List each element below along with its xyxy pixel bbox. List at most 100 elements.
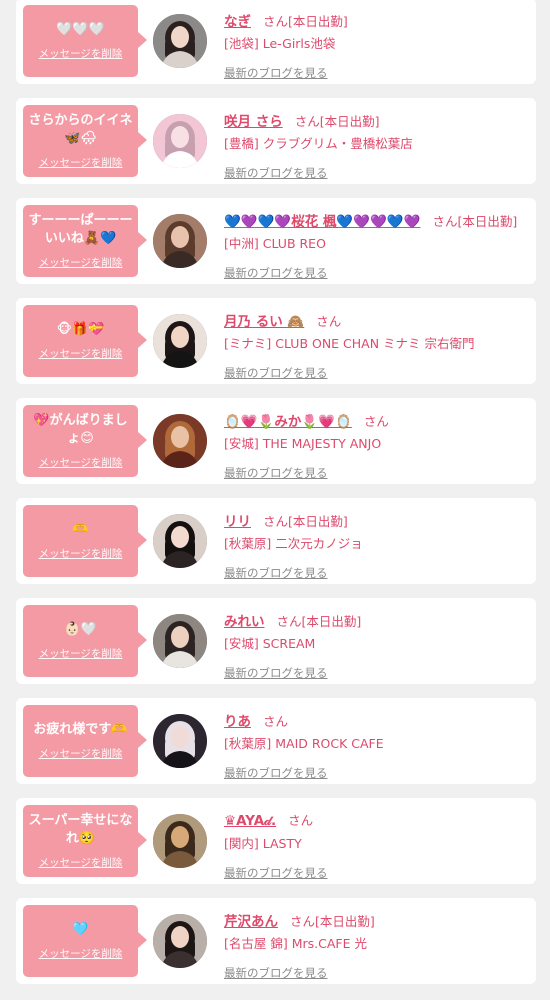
latest-blog-link[interactable]: 最新のブログを見る: [224, 665, 328, 681]
honorific: さん: [276, 614, 302, 629]
message-card: さらからのイイネ🦋🌧 メッセージを削除 咲月 さら さん [本日出勤] [豊橋]…: [16, 98, 536, 184]
store-name: [秋葉原] 二次元カノジョ: [224, 536, 363, 551]
message-bubble: 👶🏻🤍 メッセージを削除: [23, 605, 147, 677]
message-bubble: すーーーぱーーーいいね🧸💙 メッセージを削除: [23, 205, 147, 277]
latest-blog-link[interactable]: 最新のブログを見る: [224, 765, 328, 781]
delete-message-link[interactable]: メッセージを削除: [39, 946, 123, 961]
message-text: 🐵🎁💝: [56, 322, 105, 337]
girl-name-link[interactable]: ♛AYA𝒹.: [224, 813, 276, 829]
delete-message-link[interactable]: メッセージを削除: [39, 746, 123, 761]
message-card: お疲れ様です🫶 メッセージを削除 りあ さん [秋葉原] MAID ROCK C…: [16, 698, 536, 784]
latest-blog-link[interactable]: 最新のブログを見る: [224, 965, 328, 981]
latest-blog-link[interactable]: 最新のブログを見る: [224, 65, 328, 81]
message-bubble: お疲れ様です🫶 メッセージを削除: [23, 705, 147, 777]
girl-name-link[interactable]: 月乃 るい 🙈: [224, 310, 304, 330]
delete-message-link[interactable]: メッセージを削除: [39, 546, 123, 561]
avatar[interactable]: [153, 214, 207, 268]
store-name: [安城] SCREAM: [224, 636, 316, 651]
delete-message-link[interactable]: メッセージを削除: [39, 155, 123, 170]
message-text: 🫶: [72, 522, 89, 537]
message-text: 🩵: [72, 922, 89, 937]
avatar[interactable]: [153, 914, 207, 968]
message-bubble: 🤍🤍🤍 メッセージを削除: [23, 5, 147, 77]
delete-message-link[interactable]: メッセージを削除: [39, 346, 123, 361]
avatar-photo: [153, 814, 207, 868]
message-card: 🤍🤍🤍 メッセージを削除 なぎ さん [本日出勤] [池袋] Le-Girls池…: [16, 0, 536, 84]
avatar[interactable]: [153, 814, 207, 868]
message-bubble: 🩵 メッセージを削除: [23, 905, 147, 977]
avatar[interactable]: [153, 714, 207, 768]
avatar-photo: [153, 614, 207, 668]
girl-name-link[interactable]: 🪞💗🌷みか🌷💗🪞: [224, 410, 352, 430]
avatar[interactable]: [153, 414, 207, 468]
girl-name-link[interactable]: なぎ: [224, 10, 251, 30]
message-text: 💖がんばりましょ😊: [33, 413, 128, 446]
attendance-status: [本日出勤]: [315, 914, 375, 929]
honorific: さん: [263, 14, 289, 29]
message-text: すーーーぱーーーいいね🧸💙: [28, 213, 133, 246]
honorific: さん: [316, 314, 342, 329]
card-info: リリ さん [本日出勤] [秋葉原] 二次元カノジョ 最新のブログを見る: [224, 510, 528, 581]
attendance-status: [本日出勤]: [288, 514, 348, 529]
girl-name-link[interactable]: 芹沢あん: [224, 910, 278, 930]
store-name: [豊橋] クラブグリム・豊橋松葉店: [224, 136, 413, 151]
card-info: 芹沢あん さん [本日出勤] [名古屋 錦] Mrs.CAFE 光 最新のブログ…: [224, 910, 528, 981]
honorific: さん: [363, 414, 389, 429]
honorific: さん: [263, 514, 289, 529]
avatar-photo: [153, 314, 207, 368]
girl-name-link[interactable]: リリ: [224, 510, 251, 530]
message-bubble: スーパー幸せになれ🥺 メッセージを削除: [23, 805, 147, 877]
avatar[interactable]: [153, 614, 207, 668]
message-text: 👶🏻🤍: [64, 622, 97, 637]
girl-name-link[interactable]: 咲月 さら: [224, 110, 283, 130]
honorific: さん: [290, 914, 316, 929]
avatar-photo: [153, 914, 207, 968]
latest-blog-link[interactable]: 最新のブログを見る: [224, 565, 328, 581]
message-card: 🩵 メッセージを削除 芹沢あん さん [本日出勤] [名古屋 錦] Mrs.CA…: [16, 898, 536, 984]
message-card: 🫶 メッセージを削除 リリ さん [本日出勤] [秋葉原] 二次元カノジョ 最新…: [16, 498, 536, 584]
latest-blog-link[interactable]: 最新のブログを見る: [224, 165, 328, 181]
store-name: [秋葉原] MAID ROCK CAFE: [224, 736, 384, 751]
girl-name-link[interactable]: りあ: [224, 710, 251, 730]
message-text: スーパー幸せになれ🥺: [28, 813, 133, 846]
avatar-photo: [153, 714, 207, 768]
delete-message-link[interactable]: メッセージを削除: [39, 455, 123, 470]
delete-message-link[interactable]: メッセージを削除: [39, 255, 123, 270]
card-info: 月乃 るい 🙈 さん [ミナミ] CLUB ONE CHAN ミナミ 宗右衛門 …: [224, 310, 528, 381]
message-text: 🤍🤍🤍: [56, 22, 105, 37]
avatar-photo: [153, 114, 207, 168]
message-card: 💖がんばりましょ😊 メッセージを削除 🪞💗🌷みか🌷💗🪞 さん [安城] THE …: [16, 398, 536, 484]
store-name: [池袋] Le-Girls池袋: [224, 36, 336, 51]
store-name: [中洲] CLUB REO: [224, 236, 326, 251]
attendance-status: [本日出勤]: [457, 214, 518, 229]
latest-blog-link[interactable]: 最新のブログを見る: [224, 865, 328, 881]
delete-message-link[interactable]: メッセージを削除: [39, 855, 123, 870]
message-bubble: 💖がんばりましょ😊 メッセージを削除: [23, 405, 147, 477]
latest-blog-link[interactable]: 最新のブログを見る: [224, 365, 328, 381]
message-bubble: 🫶 メッセージを削除: [23, 505, 147, 577]
message-bubble: さらからのイイネ🦋🌧 メッセージを削除: [23, 105, 147, 177]
girl-name-link[interactable]: 💙💜💙💜桜花 楓💙💜💜💙💜: [224, 210, 420, 230]
avatar[interactable]: [153, 114, 207, 168]
avatar[interactable]: [153, 14, 207, 68]
store-name: [安城] THE MAJESTY ANJO: [224, 436, 382, 451]
store-name: [関内] LASTY: [224, 836, 302, 851]
girl-name-link[interactable]: みれい: [224, 610, 265, 630]
card-info: なぎ さん [本日出勤] [池袋] Le-Girls池袋 最新のブログを見る: [224, 10, 528, 81]
message-card: すーーーぱーーーいいね🧸💙 メッセージを削除 💙💜💙💜桜花 楓💙💜💜💙💜 さん …: [16, 198, 536, 284]
avatar[interactable]: [153, 314, 207, 368]
avatar[interactable]: [153, 514, 207, 568]
store-name: [名古屋 錦] Mrs.CAFE 光: [224, 936, 367, 951]
card-info: りあ さん [秋葉原] MAID ROCK CAFE 最新のブログを見る: [224, 710, 528, 781]
latest-blog-link[interactable]: 最新のブログを見る: [224, 465, 328, 481]
card-info: ♛AYA𝒹. さん [関内] LASTY 最新のブログを見る: [224, 810, 528, 881]
delete-message-link[interactable]: メッセージを削除: [39, 646, 123, 661]
message-bubble: 🐵🎁💝 メッセージを削除: [23, 305, 147, 377]
message-text: お疲れ様です🫶: [33, 722, 128, 737]
latest-blog-link[interactable]: 最新のブログを見る: [224, 265, 328, 281]
honorific: さん: [432, 214, 458, 229]
avatar-photo: [153, 514, 207, 568]
delete-message-link[interactable]: メッセージを削除: [39, 46, 123, 61]
avatar-photo: [153, 14, 207, 68]
honorific: さん: [288, 813, 314, 828]
